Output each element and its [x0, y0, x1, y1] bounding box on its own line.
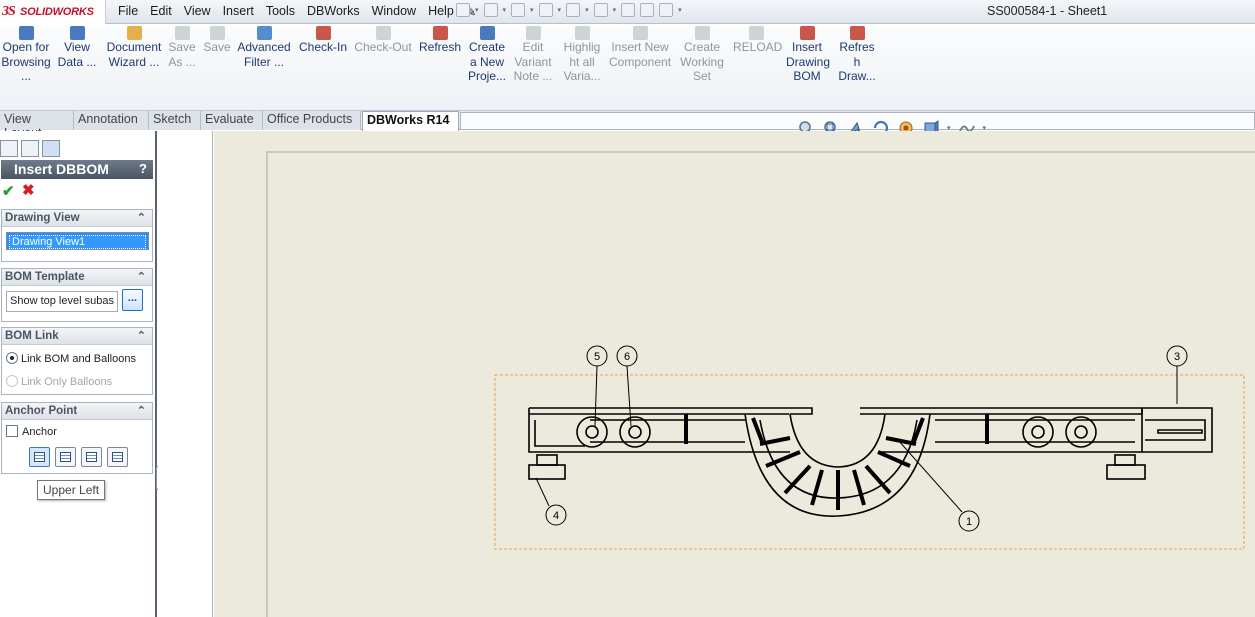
frame-part[interactable]	[528, 407, 1213, 517]
balloon-1[interactable]: 1	[958, 510, 980, 532]
balloon-3[interactable]: 3	[1166, 345, 1188, 367]
drawing-view[interactable]: 5 6 3 4 1	[0, 0, 1255, 617]
balloon-label: 5	[594, 351, 600, 363]
arch-ribs	[684, 414, 989, 510]
balloon-label: 3	[1174, 351, 1180, 363]
balloons: 5 6 3 4 1	[545, 345, 1188, 532]
balloon-label: 4	[553, 510, 559, 522]
balloon-label: 1	[966, 516, 972, 528]
view-bounding-box[interactable]	[494, 374, 1245, 550]
balloon-label: 6	[624, 351, 630, 363]
balloon-leaders	[535, 365, 1178, 513]
balloon-4[interactable]: 4	[545, 504, 567, 526]
balloon-5[interactable]: 5	[586, 345, 608, 367]
balloon-6[interactable]: 6	[616, 345, 638, 367]
